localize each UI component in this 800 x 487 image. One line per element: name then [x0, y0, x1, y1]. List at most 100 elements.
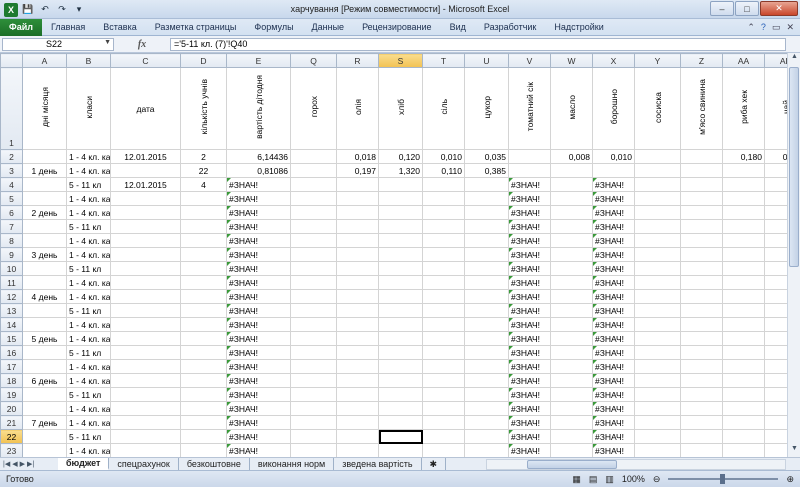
cell[interactable] [550, 303, 593, 318]
cell[interactable] [290, 163, 337, 178]
cell[interactable]: #ЗНАЧ! [508, 387, 551, 402]
header-cell[interactable]: сіль [422, 67, 465, 150]
ribbon-tab[interactable]: Рецензирование [353, 22, 441, 32]
cell[interactable] [422, 275, 465, 290]
cell[interactable] [290, 149, 337, 164]
cell[interactable] [550, 429, 593, 444]
column-header[interactable]: U [464, 53, 509, 68]
cell[interactable]: #ЗНАЧ! [508, 289, 551, 304]
row-header[interactable]: 4 [0, 177, 23, 192]
cell[interactable] [22, 303, 67, 318]
cell[interactable] [22, 177, 67, 192]
cell[interactable] [722, 219, 765, 234]
row-header[interactable]: 10 [0, 261, 23, 276]
column-header[interactable]: V [508, 53, 551, 68]
cell[interactable]: #ЗНАЧ! [226, 429, 291, 444]
cell[interactable] [110, 289, 181, 304]
column-header[interactable]: W [550, 53, 593, 68]
cell[interactable] [634, 247, 681, 262]
cell[interactable] [680, 303, 723, 318]
cell[interactable] [22, 191, 67, 206]
cell[interactable] [722, 275, 765, 290]
cell[interactable] [634, 443, 681, 457]
cell[interactable] [290, 205, 337, 220]
cell[interactable]: #ЗНАЧ! [592, 191, 635, 206]
horizontal-scrollbar[interactable] [486, 458, 786, 470]
cell[interactable]: #ЗНАЧ! [508, 233, 551, 248]
cell[interactable] [550, 331, 593, 346]
cell[interactable] [336, 331, 379, 346]
cell[interactable] [422, 289, 465, 304]
cell[interactable] [764, 261, 787, 276]
cell[interactable] [680, 443, 723, 457]
cell[interactable] [722, 233, 765, 248]
cell[interactable]: 6,14436 [226, 149, 291, 164]
ribbon-tab[interactable]: Формулы [245, 22, 302, 32]
cell[interactable] [290, 373, 337, 388]
header-cell[interactable]: сосиска [634, 67, 681, 150]
cell[interactable] [110, 443, 181, 457]
cell[interactable] [22, 387, 67, 402]
cell[interactable]: #ЗНАЧ! [508, 401, 551, 416]
cell[interactable] [422, 345, 465, 360]
cell[interactable] [336, 177, 379, 192]
cell[interactable] [680, 233, 723, 248]
cell[interactable] [464, 275, 509, 290]
first-sheet-icon[interactable]: |◀ [3, 460, 10, 468]
cell[interactable]: #ЗНАЧ! [226, 205, 291, 220]
cell[interactable] [764, 163, 787, 178]
cell[interactable]: 1 - 4 кл. ка [66, 149, 111, 164]
cell[interactable] [336, 303, 379, 318]
cell[interactable]: #ЗНАЧ! [226, 359, 291, 374]
column-header[interactable]: S [378, 53, 423, 68]
cell[interactable]: #ЗНАЧ! [592, 443, 635, 457]
cell[interactable]: #ЗНАЧ! [226, 303, 291, 318]
cell[interactable] [764, 331, 787, 346]
cell[interactable] [634, 429, 681, 444]
cell[interactable]: #ЗНАЧ! [508, 317, 551, 332]
cell[interactable]: #ЗНАЧ! [226, 191, 291, 206]
cell[interactable]: #ЗНАЧ! [592, 387, 635, 402]
cell[interactable]: 1 - 4 кл. ка [66, 233, 111, 248]
cell[interactable]: 0,110 [422, 163, 465, 178]
cell[interactable] [680, 163, 723, 178]
row-header[interactable]: 17 [0, 359, 23, 374]
cell[interactable] [464, 415, 509, 430]
cell[interactable] [180, 345, 227, 360]
cell[interactable] [634, 345, 681, 360]
cell[interactable] [764, 345, 787, 360]
cell[interactable]: 5 - 11 кл [66, 303, 111, 318]
cell[interactable] [180, 373, 227, 388]
cell[interactable] [422, 177, 465, 192]
header-cell[interactable]: кількість учнів [180, 67, 227, 150]
cell[interactable] [634, 219, 681, 234]
cell[interactable] [422, 261, 465, 276]
cell[interactable]: #ЗНАЧ! [592, 331, 635, 346]
cell[interactable] [680, 177, 723, 192]
cell[interactable] [378, 219, 423, 234]
cell[interactable]: #ЗНАЧ! [226, 443, 291, 457]
cell[interactable] [336, 261, 379, 276]
cell[interactable]: 0,010 [592, 149, 635, 164]
cell[interactable] [336, 345, 379, 360]
cell[interactable]: #ЗНАЧ! [508, 219, 551, 234]
ribbon-tab[interactable]: Разработчик [475, 22, 545, 32]
cell[interactable]: 1 - 4 кл. ка [66, 443, 111, 457]
cell[interactable] [180, 289, 227, 304]
cell[interactable] [464, 443, 509, 457]
cell[interactable] [378, 289, 423, 304]
scroll-down-icon[interactable]: ▼ [788, 445, 800, 457]
cell[interactable] [550, 345, 593, 360]
cell[interactable] [634, 275, 681, 290]
ribbon-tab[interactable]: Главная [42, 22, 94, 32]
cell[interactable] [422, 303, 465, 318]
cell[interactable] [22, 261, 67, 276]
cell[interactable] [550, 247, 593, 262]
cell[interactable]: 0,008 [550, 149, 593, 164]
cell[interactable] [634, 415, 681, 430]
cell[interactable] [378, 275, 423, 290]
cell[interactable] [22, 443, 67, 457]
cell[interactable] [550, 191, 593, 206]
cell[interactable]: 4 день [22, 289, 67, 304]
cell[interactable] [464, 373, 509, 388]
